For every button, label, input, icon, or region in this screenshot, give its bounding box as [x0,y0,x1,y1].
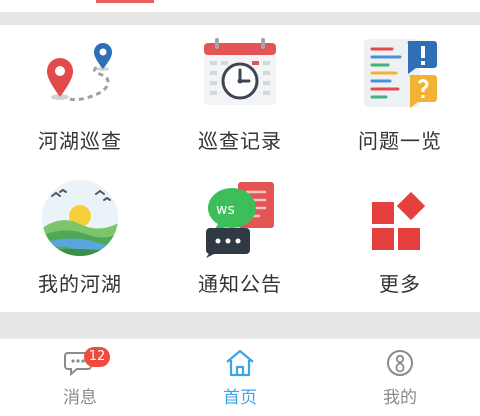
tab-home[interactable]: 首页 [160,339,320,416]
svg-text:ws: ws [216,202,235,218]
top-strip [0,0,480,12]
tab-label: 消息 [63,388,97,408]
grid-item-label: 通知公告 [198,272,282,296]
feature-grid: 河湖巡查 巡查记录 问题一览 我的河湖 ws 通知公告 更多 [0,25,480,312]
tab-messages[interactable]: 12 消息 [0,339,160,416]
river-landscape-icon [40,178,120,258]
grid-item-label: 更多 [379,272,421,296]
grid-item-patrol-records[interactable]: 巡查记录 [160,25,320,168]
grid-item-river-patrol[interactable]: 河湖巡查 [0,25,160,168]
grid-item-label: 巡查记录 [198,129,282,153]
grid-item-more[interactable]: 更多 [320,168,480,311]
separator-band-bottom [0,312,480,338]
grid-item-label: 我的河湖 [38,272,122,296]
calendar-clock-icon [200,33,280,113]
home-icon [224,347,256,379]
map-route-pins-icon [40,33,120,113]
tab-label: 我的 [383,388,417,408]
more-blocks-icon [360,178,440,258]
top-fragment [96,0,154,3]
grid-item-label: 问题一览 [358,129,442,153]
chat-notice-icon: ws [200,178,280,258]
tab-profile[interactable]: 我的 [320,339,480,416]
grid-item-issue-list[interactable]: 问题一览 [320,25,480,168]
separator-band-top [0,12,480,25]
unread-badge: 12 [84,347,110,367]
bottom-tab-bar: 12 消息 首页 我的 [0,338,480,416]
grid-item-my-rivers[interactable]: 我的河湖 [0,168,160,311]
profile-icon [384,347,416,379]
grid-item-notices[interactable]: ws 通知公告 [160,168,320,311]
tab-label: 首页 [223,388,257,408]
grid-item-label: 河湖巡查 [38,129,122,153]
issue-list-icon [360,33,440,113]
